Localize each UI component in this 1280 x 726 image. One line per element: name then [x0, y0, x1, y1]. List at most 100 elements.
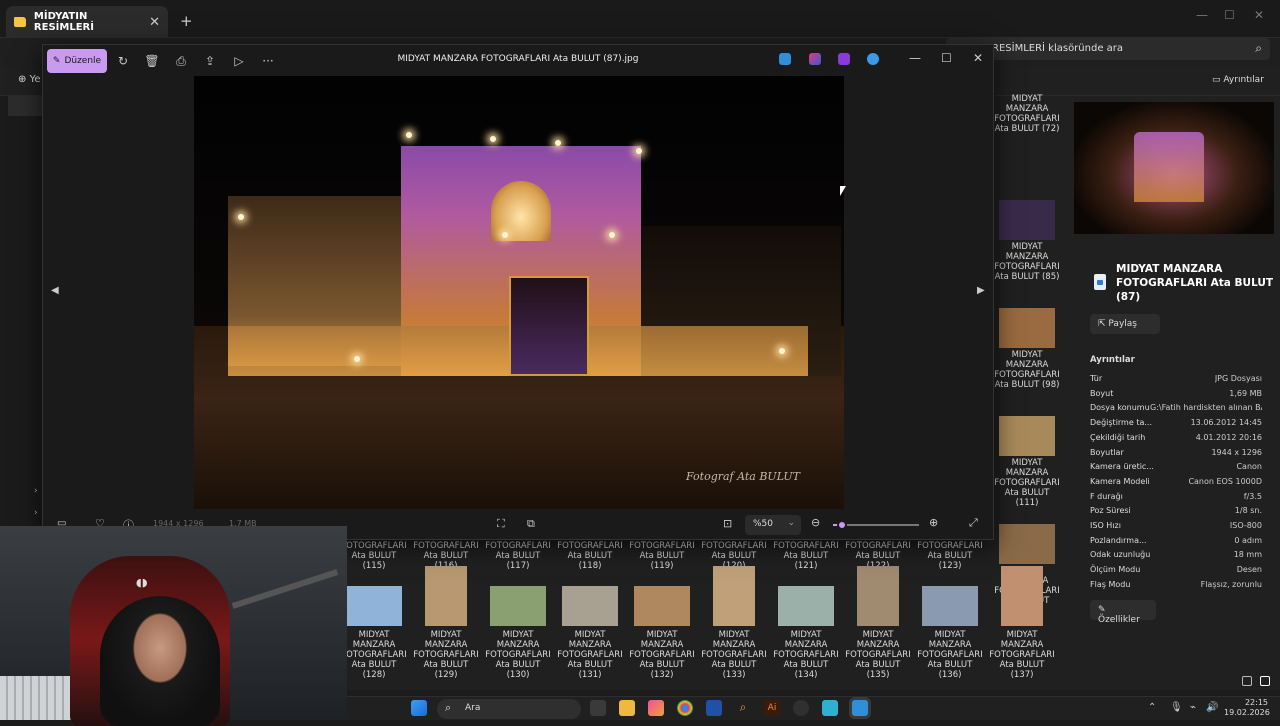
thumbnail-item[interactable]: MIDYAT MANZARA FOTOGRAFLARI Ata BULUT (7…	[992, 92, 1062, 134]
thumbnail-label: MIDYAT MANZARA FOTOGRAFLARI Ata BULUT (1…	[341, 630, 407, 680]
thumbnail-image	[425, 566, 467, 626]
zoom-select[interactable]: %50 ⌄	[745, 515, 801, 535]
print-icon[interactable]: ⎙	[169, 49, 193, 73]
compare-icon[interactable]: ⧉	[527, 517, 535, 531]
nav-selected-item[interactable]	[8, 96, 44, 116]
property-row: Dosya konumu G:\Fatih hardiskten alınan B…	[1090, 403, 1262, 412]
thumbnail-item[interactable]: MIDYAT MANZARA FOTOGRAFLARI Ata BULUT (9…	[992, 308, 1062, 390]
more-icon[interactable]: ···	[256, 49, 280, 73]
taskbar-search[interactable]: ⌕ Ara	[437, 699, 581, 719]
thumbnail-item[interactable]: MIDYAT MANZARA FOTOGRAFLARI Ata BULUT (8…	[992, 200, 1062, 282]
property-value: 4.01.2012 20:16	[1195, 432, 1262, 442]
property-value: 1,69 MB	[1229, 388, 1262, 398]
microphone-icon[interactable]: 🎙	[1170, 702, 1183, 713]
thumbnail-label: MIDYAT MANZARA FOTOGRAFLARI Ata BULUT (1…	[629, 630, 695, 680]
photos-viewer-window: ✎ Düzenle ↻ 🗑 ⎙ ⇪ ▷ ··· MIDYAT MANZARA FO…	[42, 44, 994, 540]
property-row: Pozlandırma... 0 adım	[1090, 536, 1262, 545]
thumbnail-image	[346, 586, 402, 626]
close-icon[interactable]: ✕	[1254, 8, 1264, 22]
tab-bar: MİDYATIN RESİMLERİ ✕ + — ☐ ✕	[0, 0, 1280, 38]
mouse-cursor	[840, 186, 846, 196]
rotate-icon[interactable]: ↻	[111, 49, 135, 73]
thumbnail-image	[999, 416, 1055, 456]
chair-logo: ◖◗	[136, 576, 148, 589]
zoom-slider-thumb[interactable]	[836, 520, 847, 530]
thumbnail-item[interactable]: MIDYAT MANZARA FOTOGRAFLARI Ata BULUT (1…	[555, 566, 625, 680]
plus-icon[interactable]: +	[180, 12, 193, 30]
network-icon[interactable]: ⌁	[1190, 702, 1196, 713]
thumbnail-label: MIDYAT MANZARA FOTOGRAFLARI Ata BULUT (1…	[773, 630, 839, 680]
thumbnail-item[interactable]: MIDYAT MANZARA FOTOGRAFLARI Ata BULUT (1…	[483, 566, 553, 680]
property-row: Çekildiği tarih 4.01.2012 20:16	[1090, 433, 1262, 442]
properties-button[interactable]: ✎ Özellikler	[1090, 600, 1156, 625]
share-button[interactable]: ⇱ Paylaş	[1090, 314, 1160, 334]
thumbnail-item[interactable]: MIDYAT MANZARA FOTOGRAFLARI Ata BULUT (1…	[843, 566, 913, 680]
property-value: 0 adım	[1234, 535, 1262, 545]
new-button[interactable]: ⊕ Ye	[18, 74, 41, 85]
zoom-slider[interactable]	[833, 520, 919, 530]
slideshow-icon[interactable]: ▷	[227, 49, 251, 73]
video-editor-icon[interactable]	[838, 53, 850, 65]
onedrive-icon[interactable]	[867, 53, 879, 65]
thumbnail-image	[634, 586, 690, 626]
property-key: Dosya konumu	[1090, 403, 1150, 413]
minimize-icon[interactable]: —	[909, 51, 921, 65]
photoshop-icon[interactable]	[706, 700, 722, 716]
search-app-icon[interactable]: ⌕	[735, 700, 751, 716]
thumbnail-item[interactable]: MIDYAT MANZARA FOTOGRAFLARI Ata BULUT (1…	[699, 566, 769, 680]
system-clock[interactable]: 22:15 19.02.2026	[1224, 698, 1270, 718]
thumbnail-item[interactable]: MIDYAT MANZARA FOTOGRAFLARI Ata BULUT (1…	[771, 566, 841, 680]
properties-label: Özellikler	[1098, 615, 1140, 625]
thumbnail-item[interactable]: MIDYAT MANZARA FOTOGRAFLARI Ata BULUT (1…	[411, 566, 481, 680]
fullscreen-icon[interactable]: ⤢	[969, 516, 978, 530]
next-arrow-icon[interactable]: ▶	[977, 285, 985, 296]
thumbnail-label: MIDYAT MANZARA FOTOGRAFLARI Ata BULUT (1…	[989, 630, 1055, 680]
thumbnail-row: MIDYAT MANZARA FOTOGRAFLARI Ata BULUT (1…	[341, 566, 1060, 680]
maximize-icon[interactable]: ☐	[941, 51, 952, 65]
designer-app-icon[interactable]	[779, 53, 791, 65]
thumbnail-item[interactable]: MIDYAT MANZARA FOTOGRAFLARI Ata BULUT (1…	[987, 566, 1057, 680]
zoom-in-icon[interactable]: ⊕	[929, 516, 938, 529]
notepad-icon[interactable]	[822, 700, 838, 716]
details-toggle-button[interactable]: ▭ Ayrıntılar	[1212, 75, 1264, 85]
task-view-icon[interactable]	[590, 700, 606, 716]
illustrator-icon[interactable]: Ai	[764, 700, 780, 716]
close-tab-icon[interactable]: ✕	[149, 15, 160, 30]
property-value: 1/8 sn.	[1234, 506, 1262, 516]
tray-chevron-icon[interactable]: ⌃	[1148, 702, 1156, 713]
start-icon[interactable]	[411, 700, 427, 716]
chrome-icon[interactable]	[677, 700, 693, 716]
property-value: 18 mm	[1233, 550, 1262, 560]
chevron-right-icon[interactable]: ›	[34, 486, 38, 496]
settings-gear-icon[interactable]	[793, 700, 809, 716]
photos-icon[interactable]	[648, 700, 664, 716]
zoom-out-icon[interactable]: ⊖	[811, 516, 820, 529]
edit-button[interactable]: ✎ Düzenle	[47, 49, 107, 73]
property-value: 1944 x 1296	[1211, 447, 1262, 457]
thumbnail-view-toggle[interactable]	[1260, 676, 1270, 686]
thumbnail-item[interactable]: MIDYAT MANZARA FOTOGRAFLARI Ata BULUT (1…	[339, 566, 409, 680]
volume-icon[interactable]: 🔊	[1206, 702, 1218, 713]
file-explorer-icon[interactable]	[619, 700, 635, 716]
maximize-icon[interactable]: ☐	[1224, 8, 1235, 22]
fit-icon[interactable]: ⊡	[723, 517, 732, 530]
minimize-icon[interactable]: —	[1196, 8, 1208, 22]
chevron-right-icon[interactable]: ›	[34, 508, 38, 518]
explorer-tab[interactable]: MİDYATIN RESİMLERİ ✕	[6, 6, 168, 38]
designer-taskbar-icon[interactable]	[852, 700, 868, 716]
clipchamp-icon[interactable]	[809, 53, 821, 65]
details-view-toggle[interactable]	[1242, 676, 1252, 686]
property-key: Çekildiği tarih	[1090, 432, 1146, 442]
previous-arrow-icon[interactable]: ◀	[51, 285, 59, 296]
thumbnail-item[interactable]: MIDYAT MANZARA FOTOGRAFLARI Ata BULUT (1…	[915, 566, 985, 680]
thumbnail-item[interactable]: MIDYAT MANZARA FOTOGRAFLARI Ata BULUT (1…	[992, 416, 1062, 508]
crop-icon[interactable]: ⛶	[497, 517, 505, 531]
close-icon[interactable]: ✕	[973, 51, 983, 65]
delete-icon[interactable]: 🗑	[140, 49, 164, 73]
share-icon[interactable]: ⇪	[198, 49, 222, 73]
webcam-overlay: ◖◗	[0, 526, 347, 726]
thumbnail-item[interactable]: MIDYAT MANZARA FOTOGRAFLARI Ata BULUT (1…	[627, 566, 697, 680]
search-box[interactable]: RESİMLERİ klasöründe ara ⌕	[946, 38, 1270, 60]
search-icon: ⌕	[1255, 41, 1262, 55]
thumbnail-image	[713, 566, 755, 626]
